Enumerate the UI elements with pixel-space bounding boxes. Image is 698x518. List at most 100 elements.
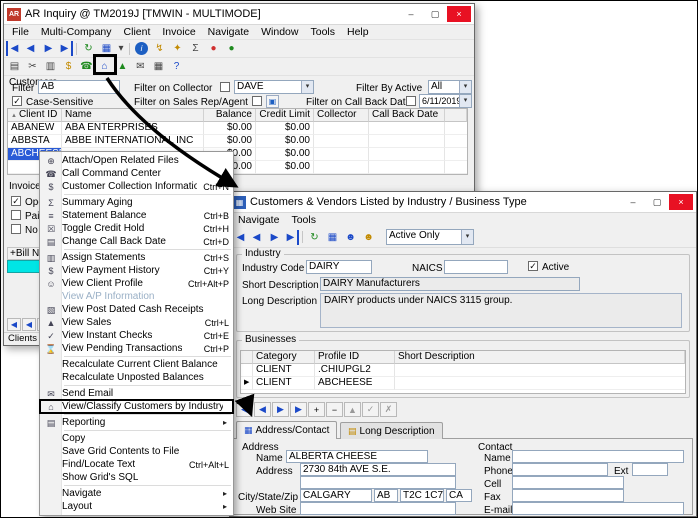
go-icon[interactable]: ●	[223, 41, 240, 56]
menu-invoice[interactable]: Invoice	[156, 26, 201, 38]
table-row[interactable]: ABANEW ABA ENTERPRISES $0.00 $0.00	[8, 122, 467, 135]
industry-code-input[interactable]: DAIRY	[306, 260, 372, 274]
sales-rep-checkbox[interactable]	[252, 96, 262, 106]
active-checkbox[interactable]: ✓	[528, 261, 538, 271]
cell-collector[interactable]	[314, 122, 369, 135]
column-category[interactable]: Category	[253, 351, 315, 364]
document-icon[interactable]: ▤	[6, 59, 23, 74]
cell-collector[interactable]	[314, 148, 369, 161]
no-only-checkbox[interactable]	[11, 224, 21, 234]
post-edit-icon[interactable]: ✓	[362, 402, 379, 417]
cell-balance[interactable]: $0.00	[204, 122, 256, 135]
cell-callback[interactable]	[369, 161, 445, 174]
address-name-input[interactable]: ALBERTA CHEESE	[286, 450, 428, 463]
first-record-icon[interactable]: ◀	[232, 230, 247, 245]
case-sensitive-checkbox[interactable]: ✓	[12, 96, 22, 106]
menu-item-toggle-credit-hold[interactable]: ☒Toggle Credit HoldCtrl+H	[40, 222, 233, 235]
menu-item-change-call-back-date[interactable]: ▤Change Call Back DateCtrl+D	[40, 235, 233, 248]
menu-item-recalculate-current-client-balance[interactable]: Recalculate Current Client Balance	[40, 358, 233, 371]
menu-navigate[interactable]: Navigate	[202, 26, 255, 38]
tools-icon[interactable]: ✦	[169, 41, 186, 56]
lightning-icon[interactable]: ↯	[151, 41, 168, 56]
menu-item-view-instant-checks[interactable]: ✓View Instant ChecksCtrl+E	[40, 329, 233, 342]
prev-record-icon[interactable]: ◀	[22, 41, 39, 56]
naics-input[interactable]	[444, 260, 508, 274]
filter-input[interactable]: AB	[38, 80, 120, 94]
selected-bill-cell[interactable]	[7, 260, 41, 273]
column-callback-date[interactable]: Call Back Date	[369, 109, 445, 122]
short-description-input[interactable]: DAIRY Manufacturers	[320, 277, 580, 291]
menu-item-layout[interactable]: Layout▸	[40, 500, 233, 513]
grid-view-dropdown-icon[interactable]: ▾	[116, 41, 126, 56]
filter-on-collector-checkbox[interactable]	[220, 82, 230, 92]
refresh-icon[interactable]: ↻	[306, 230, 323, 245]
column-credit-limit[interactable]: Credit Limit	[256, 109, 314, 122]
city-input[interactable]: CALGARY	[300, 489, 372, 502]
cell-profile-id[interactable]: ABCHEESE	[315, 377, 395, 390]
menu-client[interactable]: Client	[118, 26, 157, 38]
menu-item-reporting[interactable]: ▤Reporting▸	[40, 416, 233, 429]
industry-title-bar[interactable]: ▦ Customers & Vendors Listed by Industry…	[230, 192, 696, 213]
insert-record-icon[interactable]: +	[308, 402, 325, 417]
cell-category[interactable]: CLIENT	[253, 364, 315, 377]
dropdown-arrow-icon[interactable]: ▾	[459, 95, 471, 107]
cut-icon[interactable]: ✂	[24, 59, 41, 74]
first-record-icon[interactable]: ◀	[7, 318, 21, 331]
cell-short-description[interactable]	[395, 377, 685, 390]
menu-item-save-grid-contents-to-file[interactable]: Save Grid Contents to File	[40, 445, 233, 458]
next-record-icon[interactable]: ▶	[272, 402, 289, 417]
prev-record-icon[interactable]: ◀	[22, 318, 36, 331]
menu-item-summary-aging[interactable]: ΣSummary Aging	[40, 196, 233, 209]
first-record-icon[interactable]: ◀	[6, 41, 21, 56]
maximize-button[interactable]: ▢	[423, 6, 447, 22]
paid-items-checkbox[interactable]	[11, 210, 21, 220]
table-row-selected[interactable]: ▶ CLIENT ABCHEESE	[241, 377, 685, 390]
menu-window[interactable]: Window	[255, 26, 304, 38]
cell-name[interactable]: ABBE INTERNATIONAL INC	[62, 135, 204, 148]
menu-item-view-ap-information[interactable]: View A/P Information	[40, 290, 233, 303]
next-record-icon[interactable]: ▶	[266, 230, 283, 245]
cell-credit-limit[interactable]: $0.00	[256, 135, 314, 148]
menu-item-send-email[interactable]: ✉Send Email	[40, 387, 233, 400]
grid-header-row[interactable]: ▲Client ID Name Balance Credit Limit Col…	[8, 109, 467, 122]
cell-client-id[interactable]: ABANEW	[8, 122, 62, 135]
minimize-button[interactable]: –	[399, 6, 423, 22]
clipboard-icon[interactable]: ▥	[42, 59, 59, 74]
cell-credit-limit[interactable]: $0.00	[256, 148, 314, 161]
menu-item-view-sales[interactable]: ▲View SalesCtrl+L	[40, 316, 233, 329]
cell-category[interactable]: CLIENT	[253, 377, 315, 390]
grid-header-row[interactable]: Category Profile ID Short Description	[241, 351, 685, 364]
help-icon[interactable]: ?	[168, 59, 185, 74]
currency-icon[interactable]: $	[60, 59, 77, 74]
fax-input[interactable]	[512, 489, 624, 502]
tab-address-contact[interactable]: ▦ Address/Contact	[236, 421, 337, 439]
menu-item-call-command-center[interactable]: ☎Call Command Center	[40, 167, 233, 180]
sales-rep-lookup-icon[interactable]: ▣	[266, 95, 279, 108]
last-record-icon[interactable]: ▶	[290, 402, 307, 417]
menu-help[interactable]: Help	[341, 26, 375, 38]
menu-tools[interactable]: Tools	[304, 26, 341, 38]
active-only-combobox[interactable]: Active Only ▾	[386, 229, 474, 245]
menu-item-show-grids-sql[interactable]: Show Grid's SQL	[40, 471, 233, 484]
menu-item-view-client-profile[interactable]: ☺View Client ProfileCtrl+Alt+P	[40, 277, 233, 290]
cell-callback[interactable]	[369, 122, 445, 135]
last-record-icon[interactable]: ▶	[284, 230, 299, 245]
print-icon[interactable]: ▦	[150, 59, 167, 74]
client-user-icon[interactable]: ☻	[342, 230, 359, 245]
next-record-icon[interactable]: ▶	[40, 41, 57, 56]
close-button[interactable]: ×	[669, 194, 693, 210]
menu-navigate[interactable]: Navigate	[232, 214, 285, 226]
grid-view-icon[interactable]: ▦	[324, 230, 341, 245]
long-description-memo[interactable]: DAIRY products under NAICS 3115 group.	[320, 293, 682, 328]
callback-checkbox[interactable]	[406, 96, 416, 106]
column-client-id[interactable]: ▲Client ID	[8, 109, 62, 122]
state-input[interactable]: AB	[374, 489, 398, 502]
prev-record-icon[interactable]: ◀	[254, 402, 271, 417]
menu-item-view-classify-customers-by-industry[interactable]: ⌂View/Classify Customers by Industry	[40, 400, 233, 413]
menu-item-statement-balance[interactable]: ≡Statement BalanceCtrl+B	[40, 209, 233, 222]
active-filter-combobox[interactable]: All ▾	[428, 80, 472, 94]
zip-input[interactable]: T2C 1C7	[400, 489, 444, 502]
menu-item-view-pending-transactions[interactable]: ⌛View Pending TransactionsCtrl+P	[40, 342, 233, 355]
menu-item-view-payment-history[interactable]: $View Payment HistoryCtrl+Y	[40, 264, 233, 277]
dropdown-arrow-icon[interactable]: ▾	[461, 230, 473, 244]
